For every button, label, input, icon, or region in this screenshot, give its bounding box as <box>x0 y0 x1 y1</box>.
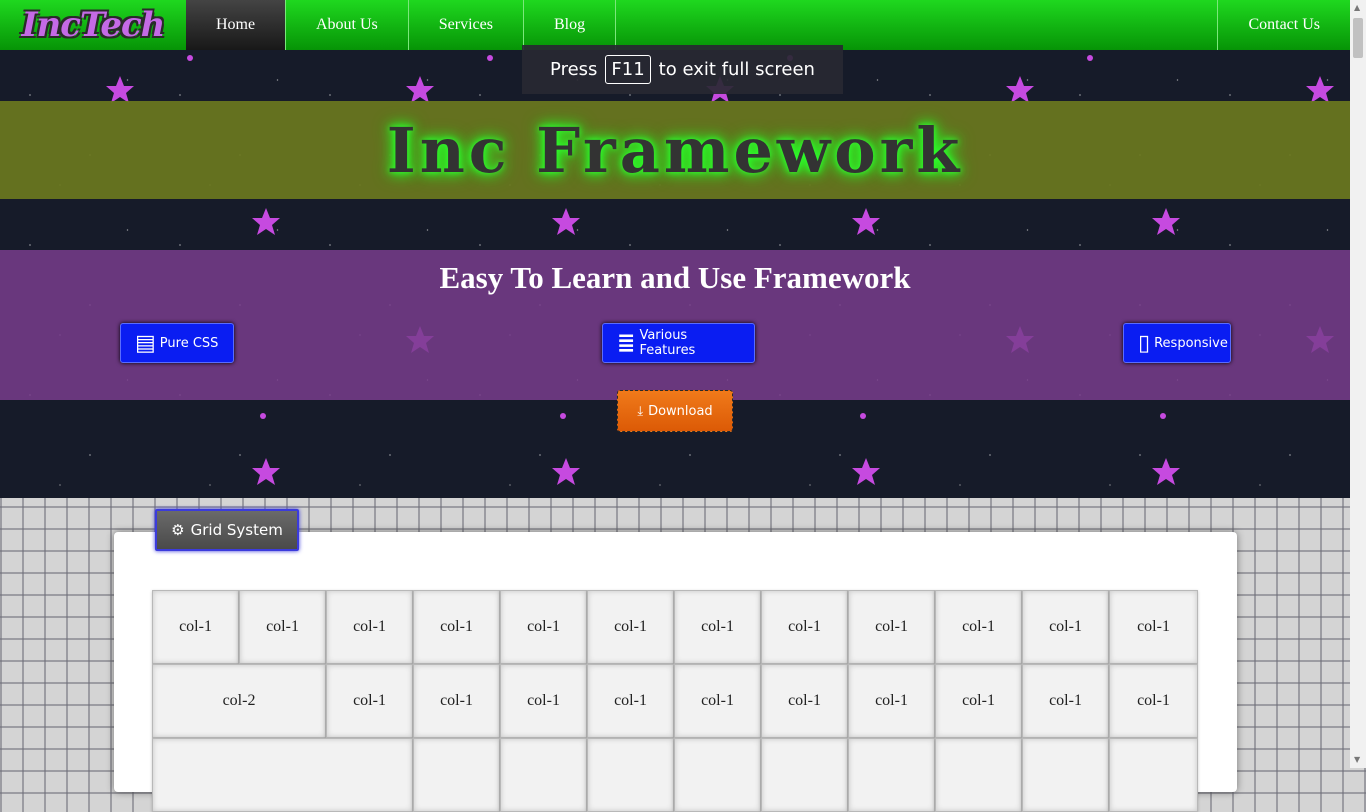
grid-cell <box>587 738 674 812</box>
grid-cell: col-1 <box>326 664 413 738</box>
scroll-up-arrow-icon[interactable]: ▲ <box>1354 3 1360 12</box>
nav-item-about-us[interactable]: About Us <box>286 0 409 50</box>
grid-cell: col-1 <box>500 664 587 738</box>
grid-cell: col-1 <box>500 590 587 664</box>
grid-cell <box>1022 738 1109 812</box>
star-icon <box>1006 76 1034 103</box>
grid-cell: col-1 <box>848 664 935 738</box>
responsive-label: Responsive <box>1154 335 1228 351</box>
star-icon <box>1152 208 1180 235</box>
grid-cell: col-1 <box>1022 590 1109 664</box>
grid-row <box>152 738 1198 812</box>
grid-cell: col-1 <box>848 590 935 664</box>
star-icon <box>552 208 580 235</box>
grid-cell <box>935 738 1022 812</box>
various-features-button[interactable]: ≣ Various Features <box>602 323 755 363</box>
grid-cell <box>674 738 761 812</box>
grid-cell: col-1 <box>935 590 1022 664</box>
nav-item-home[interactable]: Home <box>186 0 286 50</box>
star-icon <box>252 208 280 235</box>
gear-icon: ⚙ <box>171 521 185 539</box>
fullscreen-notice: Press F11 to exit full screen <box>522 45 843 94</box>
star-icon <box>552 458 580 485</box>
grid-cell: col-1 <box>413 664 500 738</box>
grid-cell: col-1 <box>674 664 761 738</box>
star-icon <box>852 458 880 485</box>
grid-cell <box>413 738 500 812</box>
f11-key: F11 <box>605 55 651 84</box>
grid-cell: col-1 <box>674 590 761 664</box>
logo[interactable]: IncTech <box>0 0 186 50</box>
fullscreen-notice-suffix: to exit full screen <box>658 59 815 80</box>
nav-item-blog[interactable]: Blog <box>524 0 617 50</box>
star-icon <box>406 76 434 103</box>
responsive-button[interactable]: ▯ Responsive <box>1123 323 1231 363</box>
grid-cell: col-1 <box>587 664 674 738</box>
grid-cell: col-1 <box>587 590 674 664</box>
hero-subtitle: Easy To Learn and Use Framework <box>439 260 911 295</box>
grid-system-label: Grid System <box>190 521 283 539</box>
grid-system-button[interactable]: ⚙ Grid System <box>155 509 299 551</box>
fullscreen-notice-prefix: Press <box>550 59 598 80</box>
grid-cell <box>152 738 413 812</box>
star-icon <box>852 208 880 235</box>
mobile-icon: ▯ <box>1138 330 1151 356</box>
grid-cell <box>761 738 848 812</box>
grid-row: col-2 col-1 col-1 col-1 col-1 col-1 col-… <box>152 664 1198 738</box>
download-button[interactable]: ⤓ Download <box>617 390 733 432</box>
css3-icon: ▤ <box>135 330 156 356</box>
page-scrollbar[interactable]: ▲ ▼ <box>1350 0 1366 768</box>
grid-cell: col-1 <box>326 590 413 664</box>
various-features-label: Various Features <box>639 328 696 358</box>
grid-demo: col-1 col-1 col-1 col-1 col-1 col-1 col-… <box>152 590 1198 812</box>
grid-cell: col-1 <box>413 590 500 664</box>
download-label: Download <box>648 403 713 419</box>
grid-row: col-1 col-1 col-1 col-1 col-1 col-1 col-… <box>152 590 1198 664</box>
pure-css-label: Pure CSS <box>159 335 219 351</box>
grid-cell: col-1 <box>239 590 326 664</box>
star-icon <box>106 76 134 103</box>
scroll-down-arrow-icon[interactable]: ▼ <box>1354 755 1360 764</box>
feature-band: Easy To Learn and Use Framework ▤ Pure C… <box>0 250 1350 400</box>
download-icon: ⤓ <box>637 403 644 419</box>
pure-css-button[interactable]: ▤ Pure CSS <box>120 323 234 363</box>
nav-item-services[interactable]: Services <box>409 0 524 50</box>
database-icon: ≣ <box>617 330 636 356</box>
grid-cell: col-1 <box>1022 664 1109 738</box>
grid-cell <box>1109 738 1198 812</box>
scrollbar-thumb[interactable] <box>1353 18 1363 58</box>
grid-cell: col-2 <box>152 664 326 738</box>
grid-cell <box>848 738 935 812</box>
grid-cell: col-1 <box>935 664 1022 738</box>
nav-item-contact-us[interactable]: Contact Us <box>1217 0 1350 50</box>
grid-cell: col-1 <box>1109 590 1198 664</box>
hero-section: Inc Framework Easy To Learn and Use Fram… <box>0 50 1350 498</box>
grid-cell: col-1 <box>761 664 848 738</box>
navbar: IncTech Home About Us Services Blog Cont… <box>0 0 1350 50</box>
grid-cell <box>500 738 587 812</box>
grid-cell: col-1 <box>761 590 848 664</box>
star-icon <box>252 458 280 485</box>
star-icon <box>1306 76 1334 103</box>
star-icon <box>1152 458 1180 485</box>
grid-cell: col-1 <box>1109 664 1198 738</box>
hero-title: Inc Framework <box>386 113 964 187</box>
title-band: Inc Framework <box>0 101 1350 199</box>
grid-cell: col-1 <box>152 590 239 664</box>
